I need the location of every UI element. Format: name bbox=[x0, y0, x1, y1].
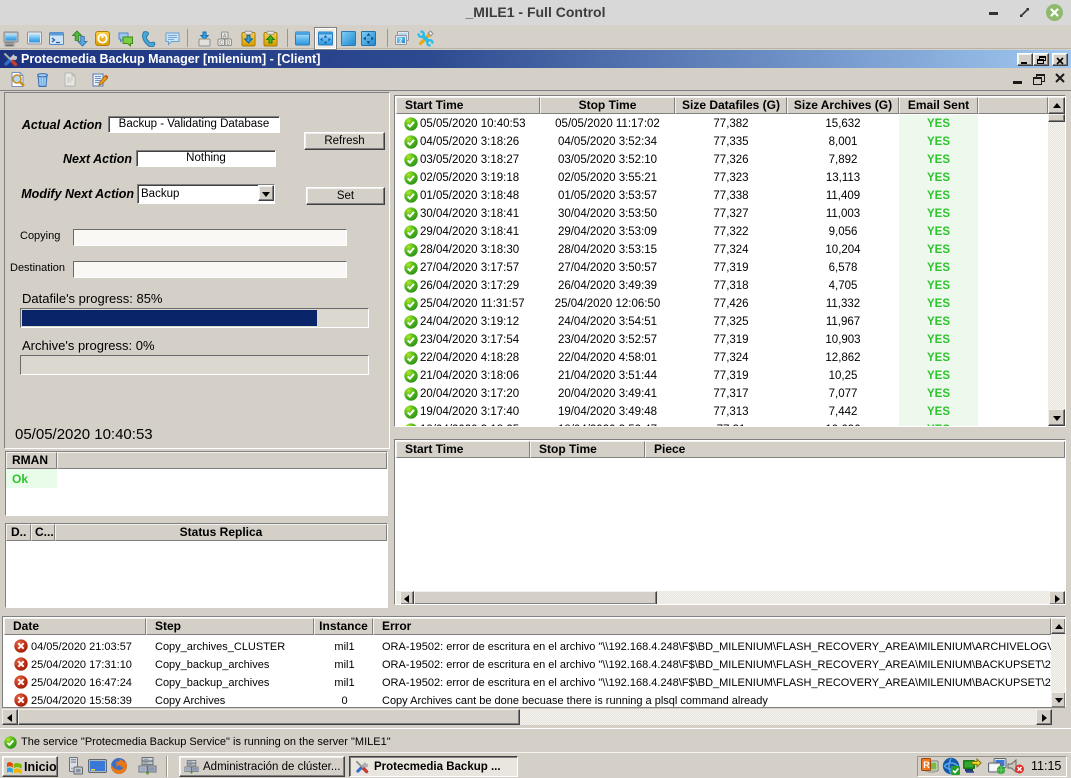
svg-text:R: R bbox=[923, 760, 930, 770]
svg-text:D: D bbox=[227, 40, 231, 46]
svg-text:C: C bbox=[220, 40, 224, 46]
